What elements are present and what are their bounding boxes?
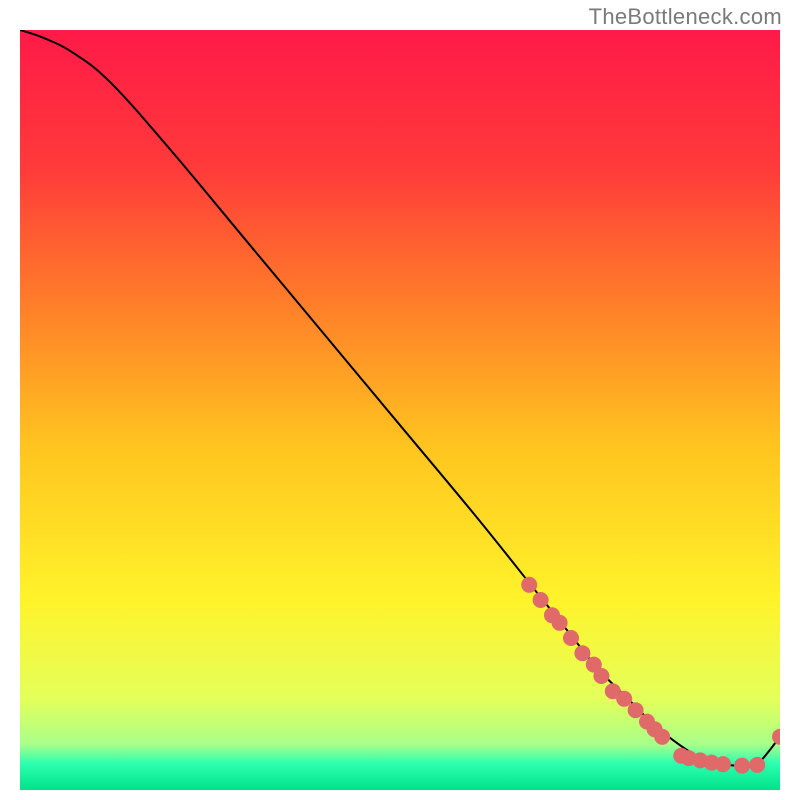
data-marker bbox=[521, 577, 537, 593]
data-marker bbox=[563, 630, 579, 646]
data-marker bbox=[715, 756, 731, 772]
chart-background bbox=[20, 30, 780, 790]
data-marker bbox=[749, 757, 765, 773]
data-marker bbox=[552, 615, 568, 631]
data-marker bbox=[654, 729, 670, 745]
chart-svg bbox=[20, 30, 780, 790]
data-marker bbox=[734, 758, 750, 774]
data-marker bbox=[593, 668, 609, 684]
data-marker bbox=[616, 691, 632, 707]
chart-container: TheBottleneck.com bbox=[0, 0, 800, 800]
watermark-text: TheBottleneck.com bbox=[589, 4, 782, 30]
data-marker bbox=[533, 592, 549, 608]
data-marker bbox=[628, 702, 644, 718]
data-marker bbox=[574, 645, 590, 661]
plot-area bbox=[20, 30, 780, 790]
